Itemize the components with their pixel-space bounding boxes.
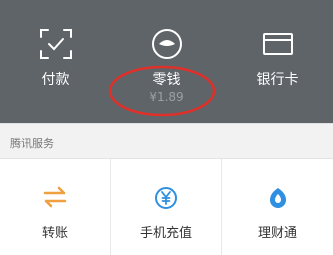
wealth-label: 理财通 [257, 226, 297, 241]
yuan-circle-icon [111, 186, 221, 209]
wallet-header: 付款 零钱 ¥1.89 银行卡 [0, 0, 333, 123]
change-label: 零钱 [152, 72, 181, 88]
change-button[interactable]: 零钱 ¥1.89 [111, 0, 222, 123]
pay-label: 付款 [41, 72, 70, 88]
scan-pay-icon [0, 28, 111, 60]
wealth-button[interactable]: 理财通 [222, 159, 333, 255]
tencent-services-section: 腾讯服务 [0, 123, 333, 158]
section-title: 腾讯服务 [10, 137, 54, 150]
change-wallet-icon [111, 28, 222, 60]
wealth-drop-icon [222, 186, 333, 208]
bank-card-label: 银行卡 [256, 72, 299, 88]
phone-recharge-button[interactable]: 手机充值 [111, 159, 222, 255]
change-balance: ¥1.89 [149, 90, 184, 104]
pay-button[interactable]: 付款 [0, 0, 111, 123]
transfer-button[interactable]: 转账 [0, 159, 111, 255]
bank-card-icon [222, 28, 333, 60]
transfer-arrows-icon [0, 186, 110, 208]
bank-card-button[interactable]: 银行卡 [222, 0, 333, 123]
phone-recharge-label: 手机充值 [139, 226, 192, 241]
transfer-label: 转账 [41, 226, 68, 241]
services-grid: 转账 手机充值 理财通 [0, 158, 333, 255]
